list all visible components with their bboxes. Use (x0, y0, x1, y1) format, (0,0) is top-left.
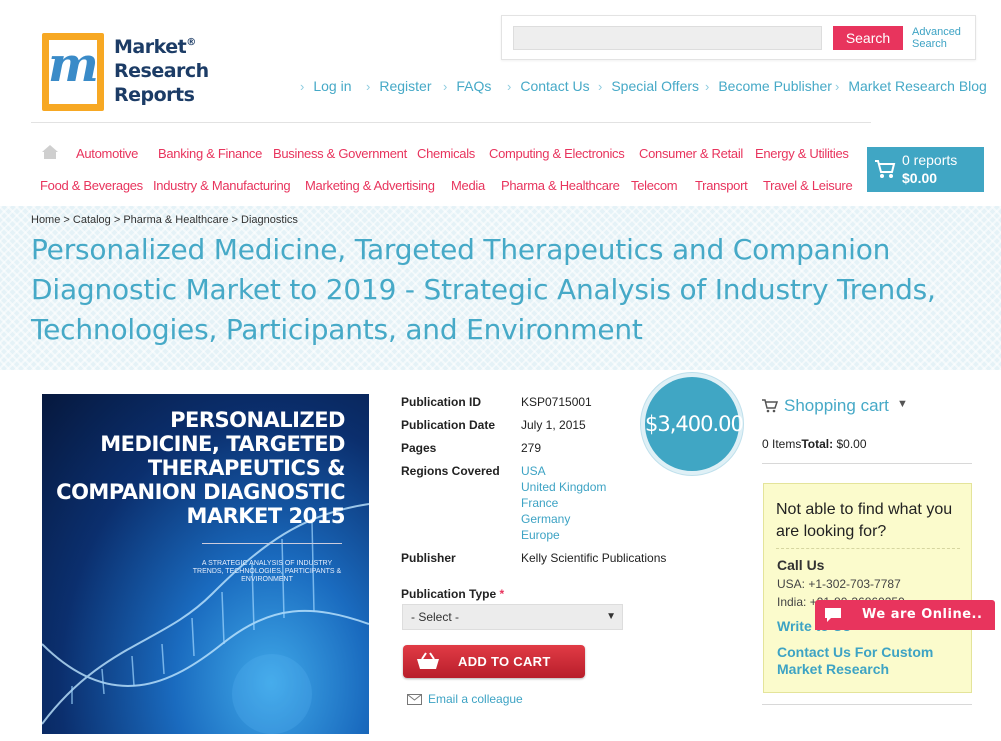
top-link-faqs[interactable]: FAQs (443, 78, 491, 94)
site-logo[interactable]: m Market® Research Reports (42, 33, 214, 113)
top-link-blog[interactable]: Market Research Blog (835, 78, 987, 94)
category-consumer-retail[interactable]: Consumer & Retail (639, 146, 743, 161)
help-question: Not able to find what you are looking fo… (776, 501, 953, 540)
region-united-kingdom[interactable]: United Kingdom (521, 480, 606, 494)
category-chemicals[interactable]: Chemicals (417, 146, 475, 161)
region-usa[interactable]: USA (521, 464, 546, 478)
publication-date-value: July 1, 2015 (521, 418, 586, 432)
publisher-value: Kelly Scientific Publications (521, 551, 667, 565)
header-cart-button[interactable]: 0 reports $0.00 (867, 147, 984, 192)
logo-mark: m (42, 33, 104, 111)
search-panel: Search Advanced Search (501, 15, 976, 60)
help-box: Not able to find what you are looking fo… (763, 483, 972, 693)
cover-title: PERSONALIZED MEDICINE, TARGETED THERAPEU… (56, 408, 345, 528)
header-divider (31, 122, 871, 123)
divider (762, 704, 972, 705)
divider (762, 463, 972, 464)
logo-wordmark: Market® Research Reports (114, 36, 209, 106)
dropdown-arrow-icon: ▼ (606, 611, 616, 622)
region-germany[interactable]: Germany (521, 512, 570, 526)
category-business-government[interactable]: Business & Government (273, 146, 407, 161)
call-us-heading: Call Us (777, 557, 825, 573)
top-link-contact[interactable]: Contact Us (507, 78, 589, 94)
header-cart-total: $0.00 (902, 170, 938, 186)
top-link-login[interactable]: Log in (300, 78, 351, 94)
contact-custom-research-link[interactable]: Contact Us For Custom Market Research (777, 644, 967, 678)
publisher-label: Publisher (401, 551, 456, 565)
basket-icon (417, 652, 439, 669)
breadcrumb[interactable]: Home > Catalog > Pharma & Healthcare > D… (31, 214, 298, 226)
cart-summary: 0 ItemsTotal: $0.00 (762, 437, 867, 451)
category-computing-electronics[interactable]: Computing & Electronics (489, 146, 625, 161)
top-link-register[interactable]: Register (366, 78, 431, 94)
publication-date-label: Publication Date (401, 418, 496, 432)
category-industry-manufacturing[interactable]: Industry & Manufacturing (153, 178, 291, 193)
page-title: Personalized Medicine, Targeted Therapeu… (31, 233, 936, 346)
category-transport[interactable]: Transport (695, 178, 748, 193)
home-icon[interactable] (41, 144, 59, 160)
region-france[interactable]: France (521, 496, 558, 510)
chevron-down-icon: ▼ (897, 398, 908, 410)
category-media[interactable]: Media (451, 178, 485, 193)
cart-icon (875, 160, 896, 178)
publication-type-select[interactable]: - Select - ▼ (402, 604, 623, 630)
publication-id-value: KSP0715001 (521, 395, 592, 409)
category-banking-finance[interactable]: Banking & Finance (158, 146, 262, 161)
top-link-become-publisher[interactable]: Become Publisher (705, 78, 832, 94)
category-marketing-advertising[interactable]: Marketing & Advertising (305, 178, 435, 193)
live-chat-button[interactable]: We are Online.. (815, 600, 995, 630)
category-food-beverages[interactable]: Food & Beverages (40, 178, 143, 193)
category-automotive[interactable]: Automotive (76, 146, 138, 161)
report-cover-image: PERSONALIZED MEDICINE, TARGETED THERAPEU… (42, 394, 369, 734)
category-telecom[interactable]: Telecom (631, 178, 678, 193)
pages-value: 279 (521, 441, 542, 455)
regions-label: Regions Covered (401, 464, 500, 478)
category-travel-leisure[interactable]: Travel & Leisure (763, 178, 853, 193)
search-button[interactable]: Search (833, 26, 903, 50)
publication-type-label: Publication Type * (401, 587, 505, 601)
chat-bubble-icon (825, 608, 841, 622)
category-pharma-healthcare[interactable]: Pharma & Healthcare (501, 178, 620, 193)
pages-label: Pages (401, 441, 437, 455)
category-energy-utilities[interactable]: Energy & Utilities (755, 146, 849, 161)
phone-usa: USA: +1-302-703-7787 (777, 577, 901, 591)
advanced-search-link[interactable]: Advanced Search (912, 26, 961, 50)
publication-id-label: Publication ID (401, 395, 482, 409)
cover-subtitle: A STRATEGIC ANALYSIS OF INDUSTRY TRENDS,… (192, 560, 342, 583)
top-link-special-offers[interactable]: Special Offers (598, 78, 699, 94)
price-badge: $3,400.00 (641, 373, 744, 475)
envelope-icon (407, 694, 422, 705)
header-cart-count: 0 reports (902, 152, 958, 168)
add-to-cart-button[interactable]: ADD TO CART (403, 645, 585, 678)
search-input[interactable] (513, 26, 822, 50)
region-europe[interactable]: Europe (521, 528, 560, 542)
cart-icon (762, 399, 778, 413)
email-colleague-link[interactable]: Email a colleague (407, 692, 523, 706)
